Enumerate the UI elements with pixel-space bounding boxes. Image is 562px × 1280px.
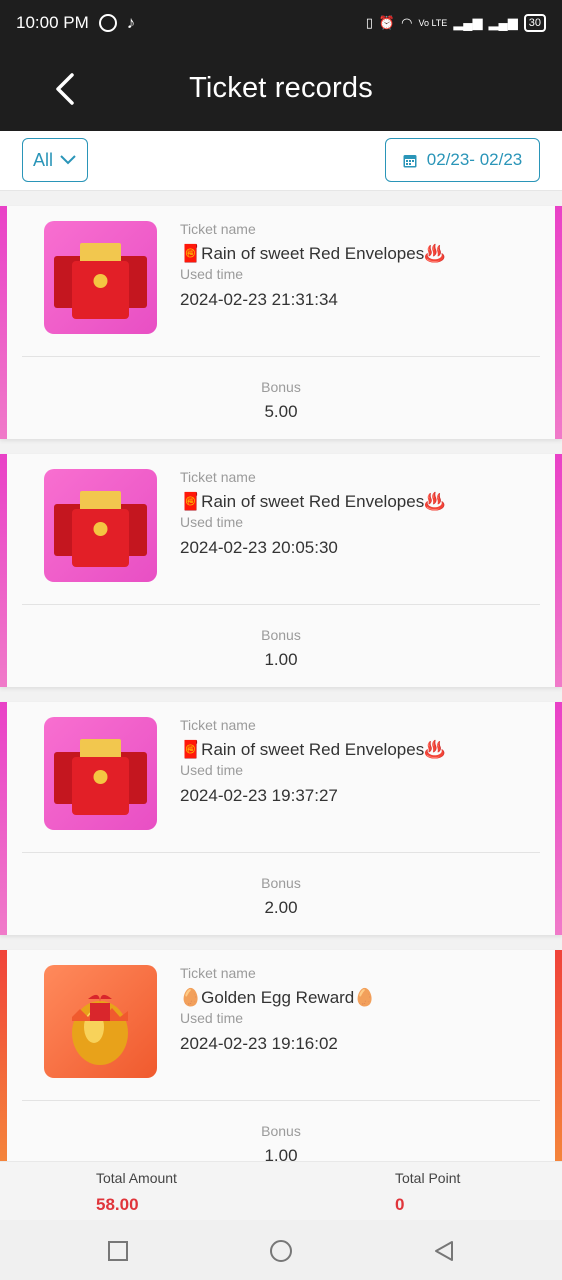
ticket-name-label: Ticket name [180, 717, 256, 733]
hot-springs-emoji-icon: ♨️ [424, 244, 446, 264]
card-divider [22, 604, 540, 605]
ticket-name: 🥚Golden Egg Reward🥚 [180, 988, 375, 1008]
type-filter-label: All [32, 149, 53, 170]
used-time-label: Used time [180, 1010, 244, 1026]
total-point-label: Total Point [395, 1170, 461, 1186]
ticket-name: 🧧Rain of sweet Red Envelopes♨️ [180, 740, 445, 760]
red-envelope-emoji-icon: 🧧 [180, 492, 202, 512]
red-envelopes-icon [44, 221, 157, 334]
triangle-back-icon [435, 1241, 453, 1261]
golden-egg-icon [44, 965, 157, 1078]
used-time-value: 2024-02-23 19:16:02 [180, 1034, 338, 1053]
ticket-record-card[interactable]: Ticket name 🧧Rain of sweet Red Envelopes… [0, 702, 562, 935]
filter-bar: All 02/23- 02/23 [0, 131, 562, 191]
hot-springs-emoji-icon: ♨️ [424, 740, 446, 760]
bonus-value: 1.00 [264, 1146, 298, 1161]
bonus-label: Bonus [261, 875, 301, 891]
ticket-record-card[interactable]: Ticket name 🥚Golden Egg Reward🥚 Used tim… [0, 950, 562, 1161]
bonus-label: Bonus [261, 1123, 301, 1139]
ticket-name-label: Ticket name [180, 221, 256, 237]
ticket-name-text: Rain of sweet Red Envelopes [201, 244, 425, 263]
calendar-icon [403, 154, 417, 167]
chevron-down-icon [60, 155, 76, 165]
bonus-label: Bonus [261, 627, 301, 643]
hot-springs-emoji-icon: ♨️ [424, 492, 446, 512]
red-envelopes-icon [44, 717, 157, 830]
used-time-value: 2024-02-23 19:37:27 [180, 786, 338, 805]
ticket-name: 🧧Rain of sweet Red Envelopes♨️ [180, 492, 445, 512]
date-range-label: 02/23- 02/23 [426, 150, 523, 169]
red-envelope-emoji-icon: 🧧 [180, 244, 202, 264]
ticket-name-label: Ticket name [180, 469, 256, 485]
totals-footer: Total Amount 58.00 Total Point 0 [0, 1161, 562, 1220]
ticket-name-text: Rain of sweet Red Envelopes [201, 740, 425, 759]
egg-emoji-icon: 🥚 [354, 988, 376, 1008]
square-icon [108, 1241, 128, 1261]
total-amount-label: Total Amount [96, 1170, 177, 1186]
card-divider [22, 356, 540, 357]
alarm-icon: ⏰ [378, 15, 396, 30]
red-envelope-emoji-icon: 🧧 [180, 740, 202, 760]
type-filter-dropdown[interactable]: All [22, 138, 88, 182]
bonus-value: 5.00 [264, 402, 298, 421]
used-time-value: 2024-02-23 21:31:34 [180, 290, 338, 309]
ticket-record-card[interactable]: Ticket name 🧧Rain of sweet Red Envelopes… [0, 206, 562, 439]
card-divider [22, 1100, 540, 1101]
total-amount-value: 58.00 [96, 1195, 139, 1214]
used-time-label: Used time [180, 762, 244, 778]
bonus-value: 2.00 [264, 898, 298, 917]
system-back-button[interactable] [431, 1238, 457, 1264]
circle-icon [270, 1240, 292, 1262]
page-title: Ticket records [189, 72, 373, 104]
ticket-name-label: Ticket name [180, 965, 256, 981]
signal-icon-2: ▂▄▆ [488, 15, 518, 30]
app-header: Ticket records [0, 46, 562, 131]
home-button[interactable] [268, 1238, 294, 1264]
status-bar: 10:00 PM ♪ ▯ ⏰ ◠ Vo LTE ▂▄▆ ▂▄▆ 30 [0, 0, 562, 46]
ticket-records-list[interactable]: Ticket name 🧧Rain of sweet Red Envelopes… [0, 191, 562, 1161]
used-time-value: 2024-02-23 20:05:30 [180, 538, 338, 557]
used-time-label: Used time [180, 266, 244, 282]
tiktok-icon: ♪ [126, 13, 136, 32]
ticket-name-text: Rain of sweet Red Envelopes [201, 492, 425, 511]
bonus-label: Bonus [261, 379, 301, 395]
network-type: Vo LTE [418, 18, 448, 28]
messenger-icon [98, 14, 117, 32]
ticket-name-text: Golden Egg Reward [201, 988, 355, 1007]
bonus-value: 1.00 [264, 650, 298, 669]
status-time: 10:00 PM [16, 13, 89, 32]
egg-emoji-icon: 🥚 [180, 988, 202, 1008]
date-range-picker[interactable]: 02/23- 02/23 [385, 138, 540, 182]
ticket-name: 🧧Rain of sweet Red Envelopes♨️ [180, 244, 445, 264]
vibrate-icon: ▯ [365, 15, 373, 30]
wifi-icon: ◠ [401, 15, 413, 30]
recent-apps-button[interactable] [105, 1238, 131, 1264]
battery-icon: 30 [523, 14, 546, 32]
system-nav-bar [0, 1220, 562, 1280]
used-time-label: Used time [180, 514, 244, 530]
card-divider [22, 852, 540, 853]
total-point-value: 0 [395, 1195, 405, 1214]
ticket-record-card[interactable]: Ticket name 🧧Rain of sweet Red Envelopes… [0, 454, 562, 687]
red-envelopes-icon [44, 469, 157, 582]
signal-icon: ▂▄▆ [453, 15, 483, 30]
